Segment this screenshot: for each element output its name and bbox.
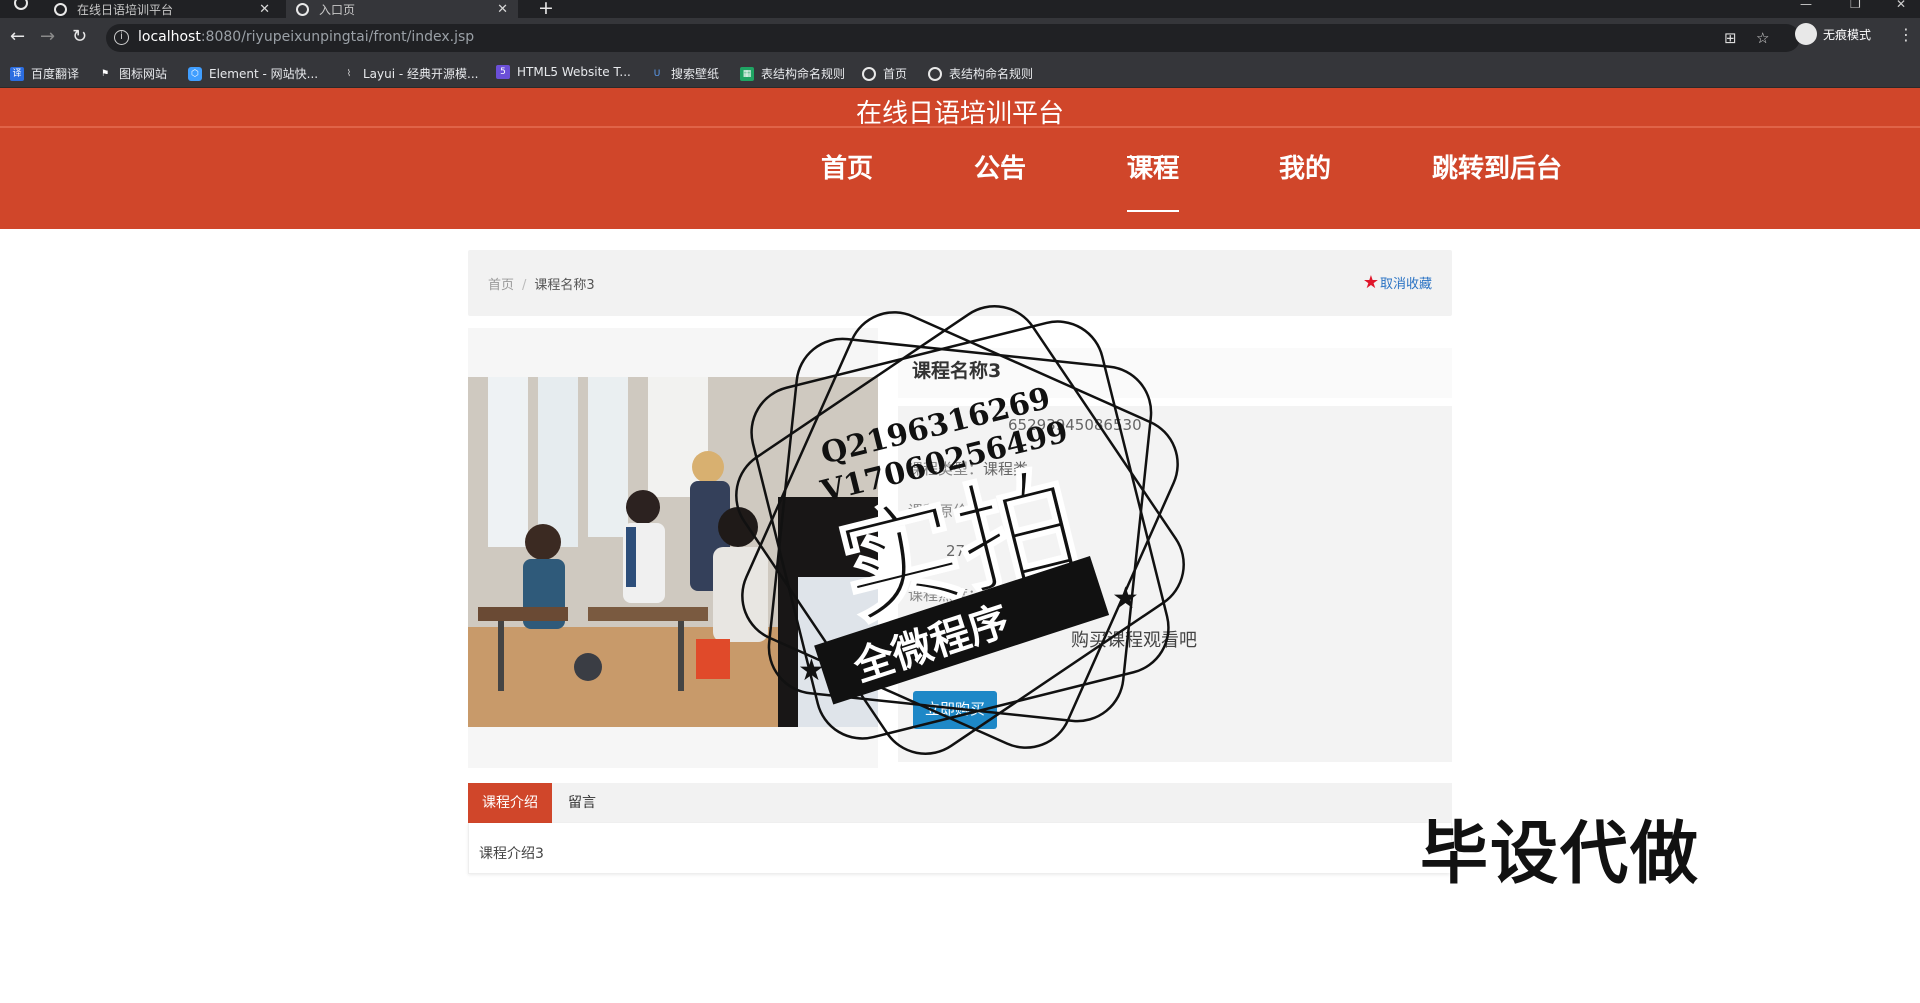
corner-watermark: 毕设代做 — [1420, 815, 1701, 894]
bookmark-item[interactable]: ⬡ Element - 网站快... — [188, 65, 318, 82]
browser-tab-strip: 在线日语培训平台 ✕ 入口页 ✕ + — ❐ ✕ — [0, 0, 1920, 19]
nav-admin[interactable]: 跳转到后台 — [1432, 148, 1562, 185]
address-bar[interactable]: i localhost:8080/riyupeixunpingtai/front… — [106, 24, 1800, 52]
course-heat: 课程热度：281 — [908, 586, 1012, 604]
browser-toolbar: ← → ↻ i localhost:8080/riyupeixunpingtai… — [0, 18, 1920, 58]
back-icon[interactable]: ← — [10, 26, 25, 48]
layui-icon: ⌇ — [346, 68, 352, 79]
bookmark-star-icon[interactable]: ☆ — [1756, 29, 1769, 47]
nav-course[interactable]: 课程 — [1127, 148, 1179, 185]
bookmarks-bar: 译百度翻译 ⚑ 图标网站 ⬡ Element - 网站快... ⌇ Layui - 经… — [0, 58, 1920, 88]
course-code: 65293945086530 — [1008, 416, 1142, 434]
wallpaper-icon: U — [653, 68, 661, 79]
browser-tab-2[interactable]: 入口页 ✕ — [286, 0, 518, 18]
reload-icon[interactable]: ↻ — [72, 26, 87, 48]
globe-icon — [54, 2, 67, 16]
bookmark-item[interactable]: ⚑ 图标网站 — [98, 65, 167, 82]
nav-active-indicator — [1127, 210, 1179, 212]
browser-tab-title: 在线日语培训平台 — [77, 2, 174, 17]
close-window-icon[interactable]: ✕ — [1896, 0, 1906, 11]
browser-tab-title: 入口页 — [319, 2, 356, 17]
more-menu-icon[interactable]: ⋮ — [1898, 25, 1914, 44]
translate-icon: 译 — [10, 66, 24, 81]
globe-icon — [928, 66, 942, 81]
html5-icon: 5 — [496, 65, 510, 79]
unfavorite-button[interactable]: ★ 取消收藏 — [1363, 272, 1432, 293]
bookmark-item[interactable]: 表结构命名规则 — [928, 65, 1033, 82]
course-name: 课程名称3 — [912, 360, 1002, 382]
course-type: 课程类型：课程类 — [908, 460, 1029, 478]
course-intro-text: 课程介绍3 — [479, 846, 544, 862]
globe-icon — [862, 66, 876, 81]
course-tabs: 课程介绍 留言 — [468, 783, 1452, 823]
site-header: 在线日语培训平台 首页 公告 课程 我的 跳转到后台 — [0, 88, 1920, 229]
tab-course-intro[interactable]: 课程介绍 — [468, 783, 552, 823]
translate-page-icon[interactable]: ⊞ — [1724, 29, 1737, 47]
course-original-price: 课程原价： — [908, 502, 984, 520]
classroom-photo — [468, 377, 878, 727]
course-image-card — [468, 328, 878, 768]
incognito-profile[interactable]: 无痕模式 — [1795, 23, 1871, 45]
course-photo — [468, 377, 878, 727]
bookmark-item[interactable]: 首页 — [862, 65, 907, 82]
bookmark-item[interactable]: U 搜索壁纸 — [650, 65, 719, 82]
star-icon: ★ — [1362, 272, 1379, 293]
site-info-icon[interactable]: i — [114, 30, 129, 45]
close-icon[interactable]: ✕ — [259, 2, 270, 17]
site-title: 在线日语培训平台 — [855, 99, 1064, 129]
unfavorite-label: 取消收藏 — [1379, 277, 1432, 292]
breadcrumb-bar: 首页 / 课程名称3 ★ 取消收藏 — [468, 250, 1452, 316]
minimize-icon[interactable]: — — [1800, 0, 1812, 11]
close-icon[interactable]: ✕ — [497, 2, 508, 17]
buy-now-button[interactable]: 立即购买 — [913, 691, 997, 729]
course-price: 275.6 — [946, 542, 989, 560]
browser-tab-1[interactable]: 在线日语培训平台 ✕ — [54, 0, 276, 18]
incognito-icon — [1795, 23, 1817, 45]
bookmark-item[interactable]: 译百度翻译 — [10, 65, 79, 82]
nav-mine[interactable]: 我的 — [1279, 148, 1331, 185]
url-text[interactable]: localhost:8080/riyupeixunpingtai/front/i… — [138, 29, 474, 45]
nav-active-indicator — [1127, 156, 1179, 158]
bookmark-item[interactable]: ▦ 表结构命名规则 — [740, 65, 845, 82]
buy-hint: 购买课程观看吧 — [1071, 630, 1197, 651]
chrome-logo-icon — [14, 0, 28, 10]
breadcrumb-home[interactable]: 首页 — [488, 278, 514, 293]
tab-messages[interactable]: 留言 — [554, 783, 610, 823]
restore-icon[interactable]: ❐ — [1850, 0, 1861, 11]
sheet-icon: ▦ — [740, 66, 754, 81]
profile-label: 无痕模式 — [1823, 27, 1872, 42]
bookmark-item[interactable]: ⌇ Layui - 经典开源模... — [342, 65, 479, 82]
element-icon: ⬡ — [188, 66, 202, 81]
tab-content: 课程介绍3 — [468, 823, 1452, 874]
header-divider — [0, 126, 1920, 128]
course-detail: 课程名称3 65293945086530 课程类型：课程类 课程原价： 275.… — [468, 328, 1452, 768]
flag-icon: ⚑ — [100, 68, 110, 79]
breadcrumb-current: 课程名称3 — [534, 278, 595, 293]
globe-icon — [296, 2, 309, 16]
nav-notice[interactable]: 公告 — [974, 148, 1026, 185]
nav-home[interactable]: 首页 — [821, 148, 873, 185]
bookmark-item[interactable]: 5 HTML5 Website T... — [496, 65, 631, 79]
new-tab-icon[interactable]: + — [538, 0, 554, 19]
forward-icon[interactable]: → — [40, 26, 55, 48]
breadcrumb: 首页 / 课程名称3 — [488, 278, 595, 293]
